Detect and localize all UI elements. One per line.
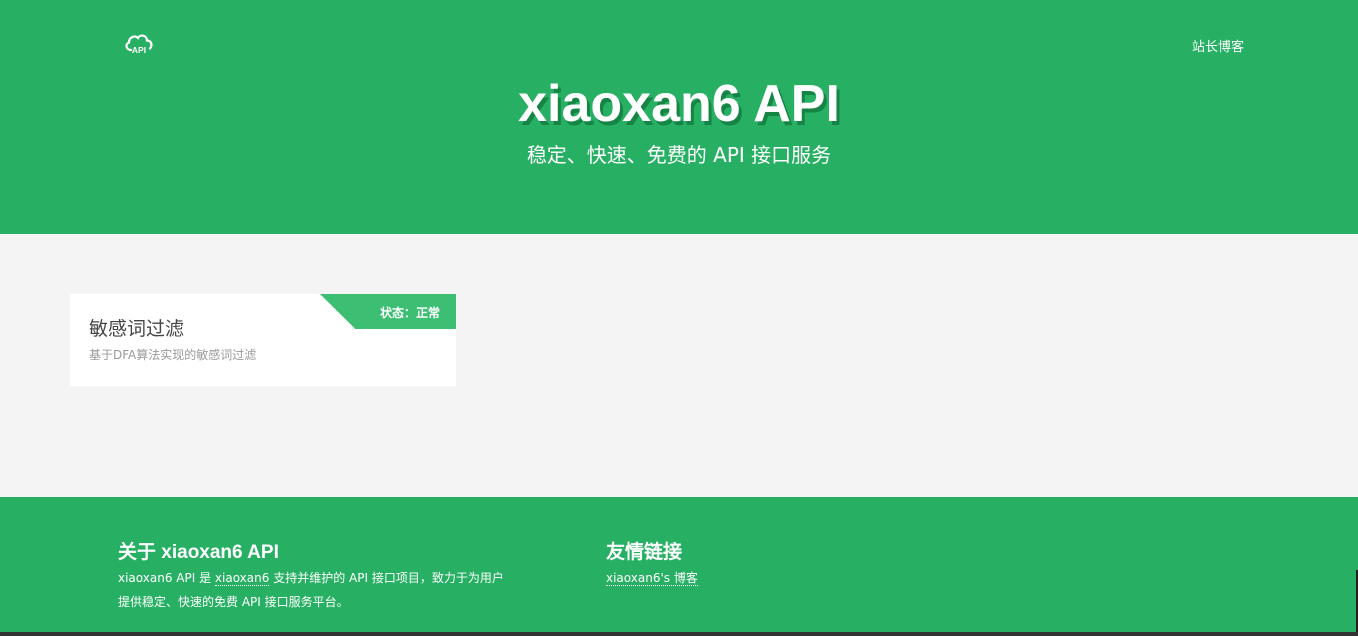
footer-about: 关于 xiaoxan6 API xiaoxan6 API 是 xiaoxan6 … <box>118 537 568 614</box>
cloud-api-icon[interactable]: API <box>124 32 154 56</box>
svg-text:API: API <box>132 45 146 55</box>
status-badge: 状态：正常 <box>379 306 440 320</box>
footer-author-link[interactable]: xiaoxan6 <box>214 571 270 586</box>
footer-about-text-line2: 提供稳定、快速的免费 API 接口服务平台。 <box>118 595 349 609</box>
page-subtitle: 稳定、快速、免费的 API 接口服务 <box>526 143 832 167</box>
footer: 关于 xiaoxan6 API xiaoxan6 API 是 xiaoxan6 … <box>0 497 1358 636</box>
footer-friend-links: 友情链接 xiaoxan6's 博客 <box>606 537 698 590</box>
footer-friends-heading: 友情链接 <box>606 542 683 563</box>
api-card-description: 基于DFA算法实现的敏感词过滤 <box>89 348 257 362</box>
hero-header: API 站长博客 xiaoxan6 API 稳定、快速、免费的 API 接口服务 <box>0 0 1358 234</box>
footer-friend-link-blog[interactable]: xiaoxan6's 博客 <box>606 571 698 586</box>
api-list: 状态：正常 敏感词过滤 基于DFA算法实现的敏感词过滤 <box>0 234 1358 497</box>
window-edge-bottom <box>0 632 1358 636</box>
api-card-sensitive-word-filter[interactable]: 状态：正常 敏感词过滤 基于DFA算法实现的敏感词过滤 <box>70 294 456 386</box>
footer-about-text: xiaoxan6 API 是 xiaoxan6 支持并维护的 API 接口项目，… <box>118 566 568 614</box>
footer-about-text-part2: 支持并维护的 API 接口项目，致力于为用户 <box>273 571 504 585</box>
footer-about-heading: 关于 xiaoxan6 API <box>118 542 279 563</box>
nav-link-blog[interactable]: 站长博客 <box>1192 36 1244 55</box>
page-title: xiaoxan6 API <box>518 75 840 133</box>
footer-about-text-part1: xiaoxan6 API 是 <box>118 571 212 585</box>
api-card-title: 敏感词过滤 <box>89 318 185 340</box>
